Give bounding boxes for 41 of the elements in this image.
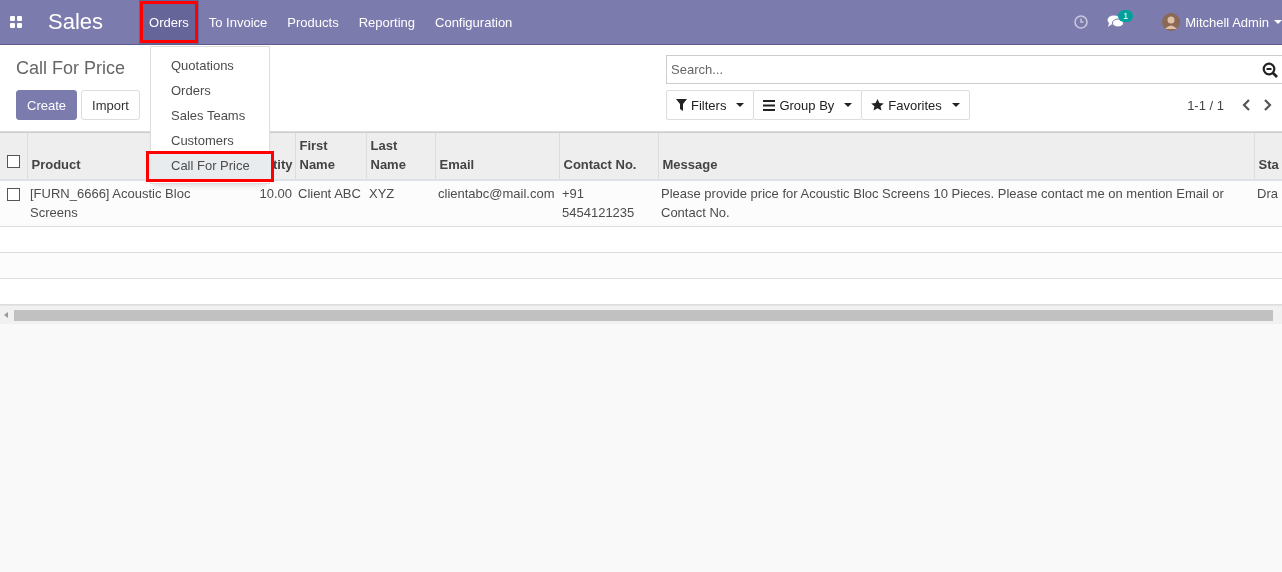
create-button[interactable]: Create — [16, 90, 78, 120]
search-field[interactable]: Search... — [666, 55, 1282, 84]
user-menu[interactable]: Mitchell Admin — [1162, 13, 1282, 31]
table-cell: [FURN_6666] Acoustic Bloc Screens — [30, 186, 191, 220]
select-all-checkbox[interactable] — [6, 155, 20, 168]
table-cell: XYZ — [369, 186, 395, 201]
previous-icon[interactable] — [1242, 99, 1251, 111]
dropdown-item[interactable]: Customers — [151, 129, 269, 154]
search-icon[interactable] — [1262, 62, 1278, 78]
menu-item[interactable]: Configuration — [425, 0, 523, 44]
next-icon[interactable] — [1263, 99, 1272, 111]
list-icon — [763, 99, 776, 111]
row-checkbox[interactable] — [7, 188, 20, 201]
filter-icon — [676, 99, 687, 111]
caret-icon — [1274, 20, 1282, 24]
apps-icon[interactable] — [10, 16, 22, 28]
app-name: Sales — [48, 9, 104, 35]
table-cell: 10.00 — [259, 186, 292, 201]
pager-value: 1-1 / 1 — [1187, 97, 1224, 113]
dropdown-item[interactable]: Orders — [151, 79, 269, 104]
menu-item[interactable]: Products — [277, 0, 349, 44]
filter-dropdown-button[interactable]: Favorites — [861, 90, 970, 120]
horizontal-scrollbar[interactable] — [0, 305, 1282, 324]
page-title: Call For Price — [16, 58, 126, 79]
menu-item[interactable]: To Invoice — [198, 0, 278, 44]
filter-dropdown-button[interactable]: Group By — [753, 90, 863, 120]
menu-item[interactable]: Orders — [139, 0, 199, 44]
table-cell: Dra — [1257, 186, 1278, 201]
message-count-badge: 1 — [1118, 10, 1134, 22]
filter-dropdown-button[interactable]: Filters — [666, 90, 755, 120]
table-cell: Client ABC — [298, 186, 361, 201]
table-cell: +91 5454121235 — [562, 186, 635, 220]
table-cell: clientabc@mail.com — [438, 186, 555, 201]
avatar-icon — [1162, 13, 1181, 31]
table-cell: Please provide price for Acoustic Bloc Screens 10 Pieces. Please contact me on mention Email or Contact No. — [661, 186, 1224, 220]
menu-item[interactable]: Reporting — [348, 0, 425, 44]
dropdown-item[interactable]: Quotations — [151, 54, 269, 79]
dropdown-item[interactable]: Sales Teams — [151, 104, 269, 129]
import-button[interactable]: Import — [81, 90, 140, 120]
star-icon — [871, 99, 885, 111]
dropdown-item[interactable]: Call For Price — [149, 154, 271, 179]
